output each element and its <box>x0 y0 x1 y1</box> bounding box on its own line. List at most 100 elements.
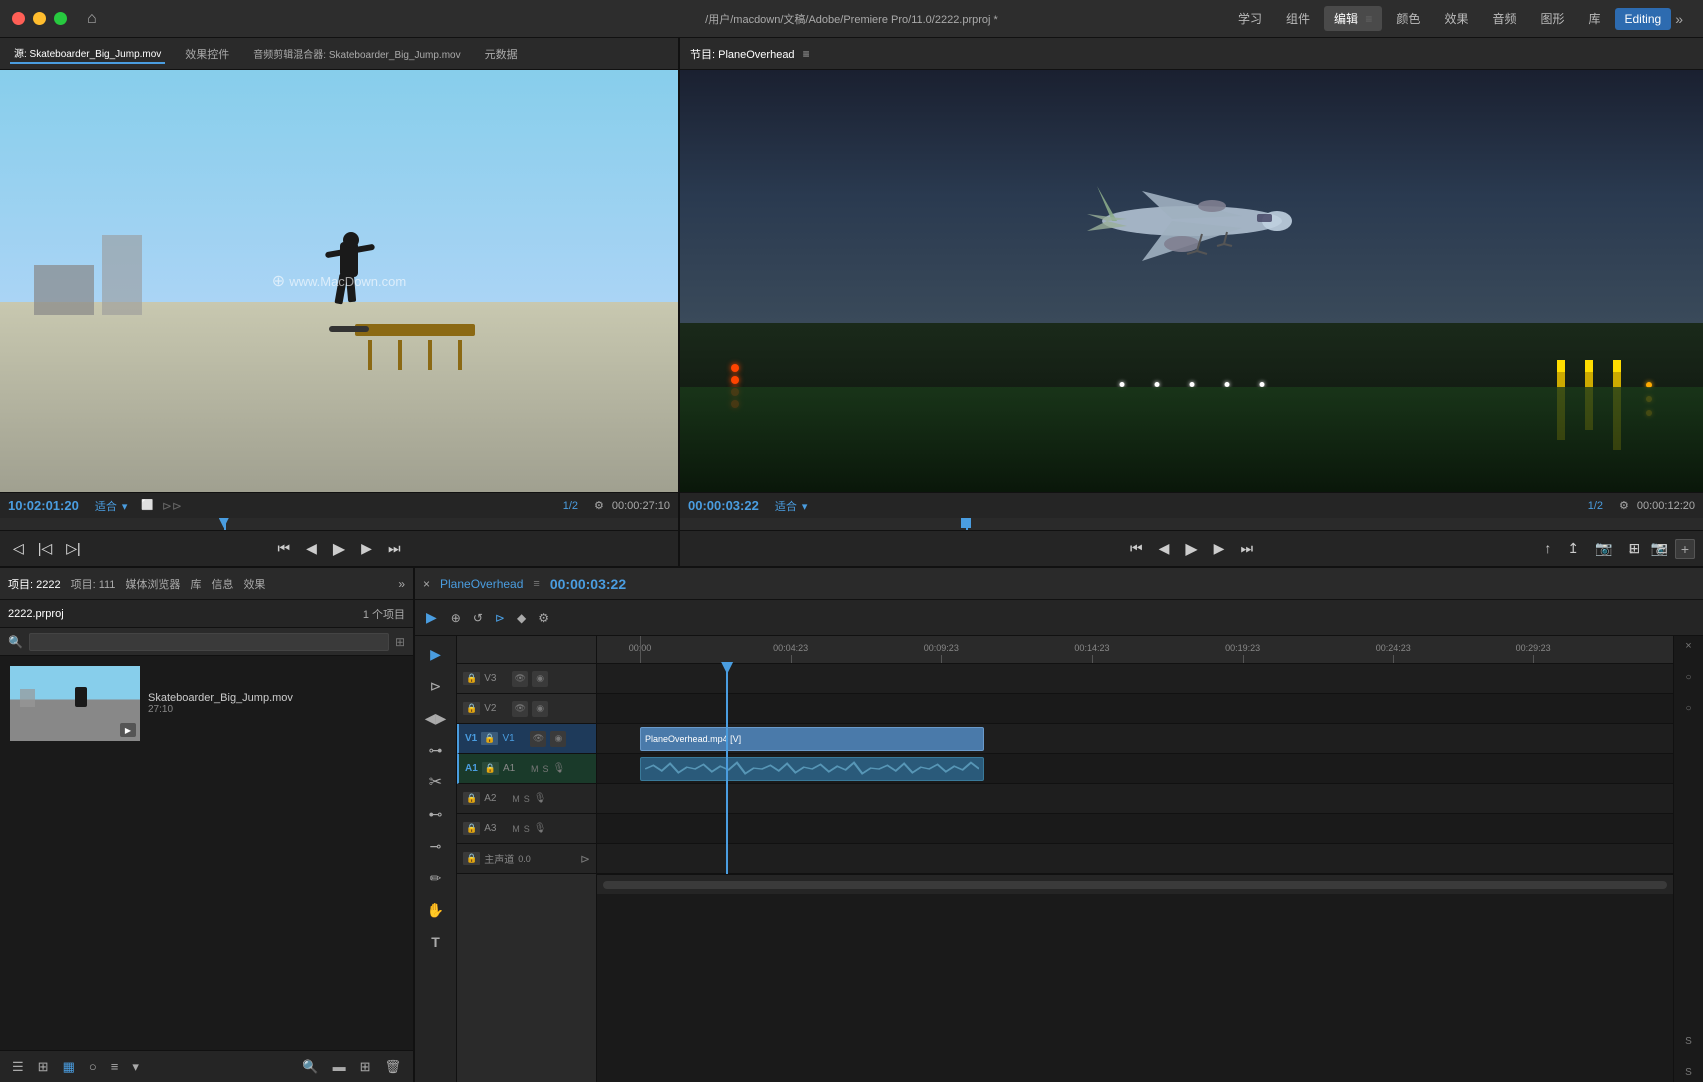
project-tab-media[interactable]: 媒体浏览器 <box>125 576 180 592</box>
program-extract[interactable]: ↥ <box>1562 537 1584 560</box>
close-button[interactable] <box>12 12 25 25</box>
effects-ctrl-tab[interactable]: 效果控件 <box>181 44 233 64</box>
project-bin[interactable]: ▬ <box>329 1057 350 1076</box>
project-metadata-view[interactable]: ▦ <box>59 1057 79 1077</box>
timeline-timecode[interactable]: 00:00:03:22 <box>550 576 626 592</box>
v2-eye[interactable]: 👁 <box>512 701 528 717</box>
v2-lock[interactable]: 🔒 <box>463 702 480 715</box>
tracks-timeline[interactable]: 00:00 00:04:23 00:09:23 00:14:23 00:19:2… <box>597 636 1673 1082</box>
project-free-view[interactable]: ○ <box>85 1057 101 1076</box>
timeline-menu-icon[interactable]: ≡ <box>533 578 539 590</box>
program-playhead-thumb[interactable] <box>961 518 971 528</box>
tool-razor[interactable]: ✂ <box>422 768 450 796</box>
project-search-icon2[interactable]: ⊞ <box>395 635 405 649</box>
timeline-playhead[interactable] <box>726 664 728 874</box>
right-panel-icon1[interactable]: ○ <box>1685 672 1691 683</box>
minimize-button[interactable] <box>33 12 46 25</box>
audio-clip[interactable] <box>640 757 984 781</box>
nav-learn[interactable]: 学习 <box>1228 6 1272 31</box>
v3-eye[interactable]: 👁 <box>512 671 528 687</box>
master-end[interactable]: ⊳ <box>580 852 590 866</box>
home-icon[interactable]: ⌂ <box>87 10 97 28</box>
nav-assembly[interactable]: 组件 <box>1276 6 1320 31</box>
v3-mute[interactable]: ◉ <box>532 671 548 687</box>
nav-effects[interactable]: 效果 <box>1434 6 1478 31</box>
a1-solo[interactable]: S <box>543 764 549 774</box>
program-step-fwd[interactable]: ▶ <box>1209 537 1230 560</box>
tool-select[interactable]: ▶ <box>422 640 450 668</box>
source-step-fwd[interactable]: ▶ <box>356 537 377 560</box>
nav-editing[interactable]: Editing <box>1615 8 1672 30</box>
v3-lock[interactable]: 🔒 <box>463 672 480 685</box>
project-search2[interactable]: 🔍 <box>298 1057 322 1077</box>
right-panel-close[interactable]: × <box>1685 640 1691 652</box>
tool-ripple[interactable]: ⊳ <box>422 672 450 700</box>
program-icon2[interactable]: ⊟ <box>1651 537 1673 560</box>
source-fit-label[interactable]: 适合 ▾ <box>95 498 128 514</box>
a2-lock[interactable]: 🔒 <box>463 792 480 805</box>
tool-pen[interactable]: ✏ <box>422 864 450 892</box>
a2-mic[interactable]: 🎙 <box>534 793 547 804</box>
source-tab[interactable]: 源: Skateboarder_Big_Jump.mov <box>10 43 165 64</box>
timeline-h-scrollbar[interactable] <box>603 881 1667 889</box>
program-menu-icon[interactable]: ≡ <box>803 47 810 61</box>
program-goto-in[interactable]: ⏮ <box>1125 537 1148 560</box>
metadata-tab[interactable]: 元数据 <box>481 44 522 64</box>
tl-tool5[interactable]: ⚙ <box>535 608 552 628</box>
project-tab-effects[interactable]: 效果 <box>243 576 265 592</box>
tl-tool3[interactable]: ⊳ <box>492 608 508 628</box>
program-add-track[interactable]: + <box>1675 539 1695 559</box>
program-icon1[interactable]: ⊞ <box>1624 537 1646 560</box>
v2-mute[interactable]: ◉ <box>532 701 548 717</box>
tool-hand[interactable]: ✋ <box>422 896 450 924</box>
project-new-item[interactable]: ⊞ <box>356 1057 375 1077</box>
program-scrub-bar[interactable] <box>680 518 1703 530</box>
project-trash[interactable]: 🗑 <box>380 1057 405 1077</box>
program-settings-icon[interactable]: ⚙ <box>1619 499 1629 512</box>
nav-audio[interactable]: 音频 <box>1482 6 1526 31</box>
program-lift[interactable]: ↑ <box>1539 537 1556 560</box>
right-panel-icon2[interactable]: ○ <box>1685 703 1691 714</box>
a1-lock[interactable]: 🔒 <box>482 762 499 775</box>
source-step-back[interactable]: ◀ <box>301 537 322 560</box>
a3-lock[interactable]: 🔒 <box>463 822 480 835</box>
nav-edit[interactable]: 编辑 ≡ <box>1324 6 1382 31</box>
nav-library[interactable]: 库 <box>1578 6 1610 31</box>
v1-eye[interactable]: 👁 <box>530 731 546 747</box>
nav-graphics[interactable]: 图形 <box>1530 6 1574 31</box>
source-icon1[interactable]: ⬜ <box>141 500 153 511</box>
tl-tool4[interactable]: ◆ <box>514 608 529 628</box>
project-tab-lib[interactable]: 库 <box>190 576 201 592</box>
master-lock[interactable]: 🔒 <box>463 852 480 865</box>
media-thumb[interactable]: ▶ <box>10 666 140 741</box>
tl-tool2[interactable]: ↺ <box>470 608 486 628</box>
program-goto-out[interactable]: ⏭ <box>1235 537 1258 560</box>
tool-rolling[interactable]: ◀▶ <box>422 704 450 732</box>
source-goto-in[interactable]: ⏮ <box>272 537 295 560</box>
tool-slide[interactable]: ⊸ <box>422 832 450 860</box>
tool-slip[interactable]: ⊷ <box>422 800 450 828</box>
source-scrub-bar[interactable] <box>0 518 678 530</box>
project-list-view[interactable]: ☰ <box>8 1057 28 1077</box>
right-panel-icon3[interactable]: S <box>1685 1036 1692 1047</box>
a3-mic[interactable]: 🎙 <box>534 823 547 834</box>
a3-solo[interactable]: S <box>524 824 530 834</box>
tool-type[interactable]: T <box>422 928 450 956</box>
program-mark-out[interactable]: |◁ <box>33 537 57 560</box>
project-icon-view[interactable]: ⊞ <box>34 1057 53 1077</box>
a1-mic[interactable]: 🎙 <box>553 763 566 774</box>
tl-play-btn[interactable]: ▶ <box>421 606 442 629</box>
v1-lock[interactable]: 🔒 <box>481 732 498 745</box>
maximize-button[interactable] <box>54 12 67 25</box>
program-play-btn[interactable]: ▶ <box>1180 536 1202 562</box>
source-play-btn[interactable]: ▶ <box>328 536 350 562</box>
project-tab-main[interactable]: 项目: 2222 <box>8 576 61 592</box>
a1-mute[interactable]: M <box>531 764 539 774</box>
program-camera[interactable]: 📷 <box>1590 537 1617 560</box>
source-goto-out[interactable]: ⏭ <box>383 537 406 560</box>
project-expand-icon[interactable]: » <box>398 577 405 591</box>
project-sort-btn2[interactable]: ▾ <box>128 1057 143 1077</box>
tool-rate[interactable]: ⊶ <box>422 736 450 764</box>
source-playhead-thumb[interactable] <box>219 518 229 528</box>
v1-mute[interactable]: ◉ <box>550 731 566 747</box>
